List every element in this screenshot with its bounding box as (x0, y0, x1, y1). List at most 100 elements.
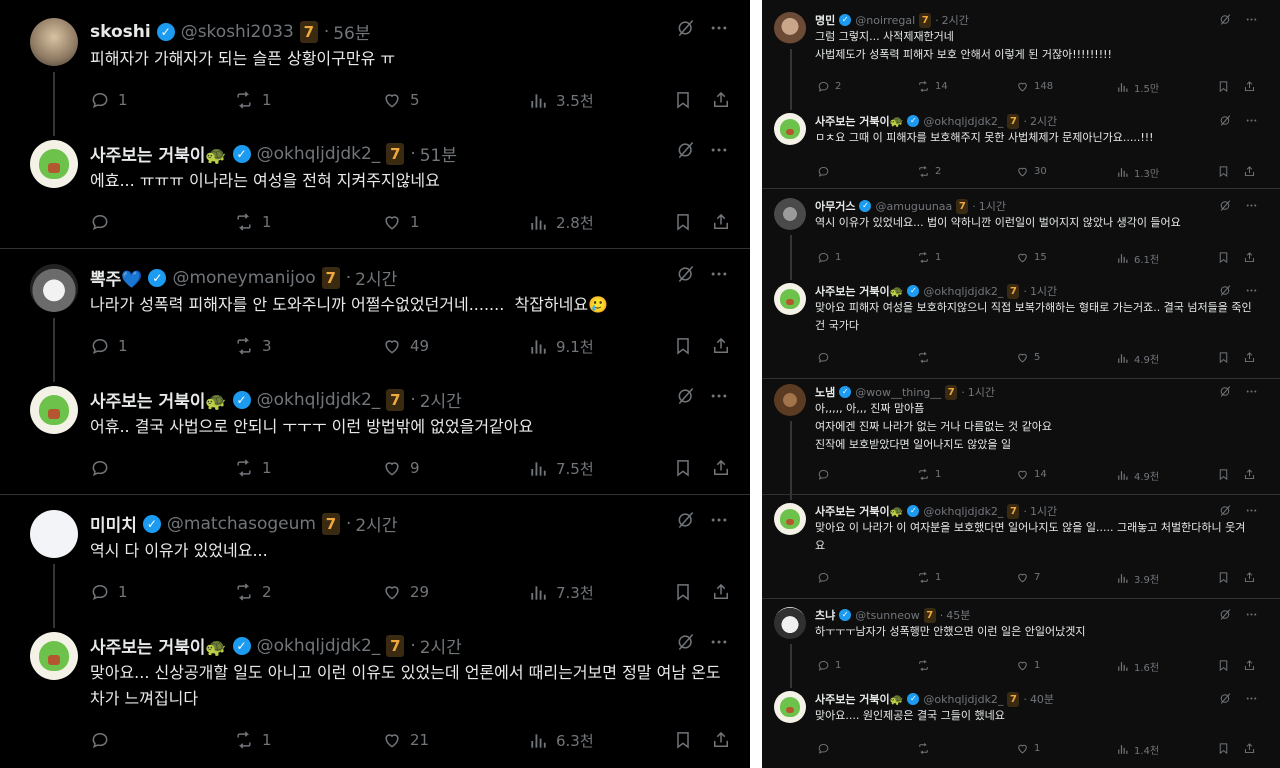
share-button[interactable] (1243, 659, 1256, 672)
user-handle[interactable]: @noirregal (855, 14, 915, 27)
reply-button[interactable]: 1 (90, 90, 128, 110)
share-button[interactable] (711, 458, 731, 478)
display-name[interactable]: 사주보는 거북이🐢 (90, 387, 227, 412)
like-button[interactable]: 9 (382, 458, 420, 478)
reply-button[interactable] (817, 742, 835, 755)
tweet[interactable]: 뽁주💙 ✓ @moneymanijoo 7 · 2시간 나라가 성폭력 피해자를 안 도와주… (0, 264, 750, 384)
display-name[interactable]: 노냄 (815, 384, 835, 400)
bookmark-button[interactable] (1217, 742, 1230, 755)
tweet[interactable]: 노냄 ✓ @wow__thing__ 7 · 1시간 아,,,,, 아,,, 진짜 맘아픔 … (762, 384, 1280, 483)
user-handle[interactable]: @tsunneow (855, 609, 919, 622)
display-name[interactable]: 미미치 (90, 511, 137, 536)
views-button[interactable]: 6.1천 (1116, 251, 1159, 266)
user-handle[interactable]: @okhqljdjdk2_ (923, 115, 1003, 128)
like-button[interactable]: 1 (382, 212, 420, 232)
avatar[interactable] (30, 140, 78, 188)
like-button[interactable]: 7 (1016, 571, 1040, 584)
retweet-button[interactable]: 1 (234, 730, 272, 750)
tweet[interactable]: 사주보는 거북이🐢 ✓ @okhqljdjdk2_ 7 · 1시간 맞아요 피해자 여성을 … (762, 283, 1280, 373)
like-button[interactable]: 1 (1016, 742, 1040, 755)
avatar[interactable] (30, 632, 78, 680)
timestamp[interactable]: 56분 (333, 19, 370, 44)
retweet-button[interactable]: 1 (917, 571, 941, 584)
share-button[interactable] (711, 336, 731, 356)
views-button[interactable]: 2.8천 (528, 212, 594, 233)
avatar[interactable] (774, 503, 806, 535)
like-button[interactable]: 1 (1016, 659, 1040, 672)
reply-button[interactable] (817, 165, 835, 178)
views-button[interactable]: 3.5천 (528, 90, 594, 111)
views-button[interactable]: 7.5천 (528, 458, 594, 479)
reply-button[interactable] (90, 458, 118, 478)
reply-button[interactable] (817, 351, 835, 364)
reply-button[interactable] (817, 571, 835, 584)
more-icon[interactable] (709, 140, 729, 164)
bookmark-button[interactable] (673, 212, 693, 232)
tweet[interactable]: skoshi ✓ @skoshi2033 7 · 56분 피해자가 가해자가 되는 슬픈 상… (0, 18, 750, 138)
views-button[interactable]: 7.3천 (528, 582, 594, 603)
display-name[interactable]: 사주보는 거북이🐢 (90, 141, 227, 166)
bookmark-button[interactable] (1217, 351, 1230, 364)
retweet-button[interactable]: 14 (917, 80, 948, 93)
views-button[interactable]: 4.9천 (1116, 468, 1159, 483)
more-icon[interactable] (709, 386, 729, 410)
avatar[interactable] (774, 198, 806, 230)
bookmark-button[interactable] (1217, 468, 1230, 481)
views-button[interactable]: 1.5만 (1116, 80, 1159, 95)
user-handle[interactable]: @okhqljdjdk2_ (923, 693, 1003, 706)
like-button[interactable]: 21 (382, 730, 429, 750)
like-button[interactable]: 30 (1016, 165, 1047, 178)
tweet[interactable]: 명민 ✓ @noirregal 7 · 2시간 그럼 그렇지... 사적제재한거네 사법제도… (762, 12, 1280, 102)
user-handle[interactable]: @matchasogeum (167, 514, 316, 534)
like-button[interactable]: 5 (382, 90, 420, 110)
timestamp[interactable]: 1시간 (1030, 503, 1057, 519)
reply-button[interactable]: 1 (90, 582, 128, 602)
more-icon[interactable] (709, 510, 729, 534)
share-button[interactable] (711, 212, 731, 232)
retweet-button[interactable] (917, 659, 935, 672)
user-handle[interactable]: @amuguunaa (875, 200, 952, 213)
like-button[interactable]: 5 (1016, 351, 1040, 364)
avatar[interactable] (774, 384, 806, 416)
display-name[interactable]: 아무거스 (815, 198, 855, 214)
timestamp[interactable]: 45분 (946, 607, 970, 623)
like-button[interactable]: 148 (1016, 80, 1053, 93)
timestamp[interactable]: 2시간 (1030, 113, 1057, 129)
avatar[interactable] (774, 691, 806, 723)
reply-button[interactable]: 2 (817, 80, 841, 93)
retweet-button[interactable]: 2 (917, 165, 941, 178)
bookmark-button[interactable] (673, 458, 693, 478)
tweet[interactable]: 사주보는 거북이🐢 ✓ @okhqljdjdk2_ 7 · 2시간 맞아요... 신상공개할… (0, 632, 750, 752)
timestamp[interactable]: 1시간 (1030, 283, 1057, 299)
display-name[interactable]: 사주보는 거북이🐢 (90, 633, 227, 658)
display-name[interactable]: skoshi (90, 22, 151, 42)
grok-icon[interactable] (676, 632, 696, 656)
display-name[interactable]: 뽁주💙 (90, 265, 142, 290)
share-button[interactable] (1243, 165, 1256, 178)
more-icon[interactable] (709, 632, 729, 656)
grok-icon[interactable] (676, 18, 696, 42)
bookmark-button[interactable] (673, 582, 693, 602)
like-button[interactable]: 15 (1016, 251, 1047, 264)
share-button[interactable] (1243, 251, 1256, 264)
share-button[interactable] (711, 582, 731, 602)
user-handle[interactable]: @moneymanijoo (172, 268, 315, 288)
views-button[interactable]: 6.3천 (528, 730, 594, 751)
retweet-button[interactable] (917, 351, 935, 364)
retweet-button[interactable]: 1 (234, 90, 272, 110)
retweet-button[interactable]: 1 (234, 458, 272, 478)
timestamp[interactable]: 1시간 (979, 198, 1006, 214)
bookmark-button[interactable] (1217, 80, 1230, 93)
reply-button[interactable]: 1 (90, 336, 128, 356)
avatar[interactable] (30, 18, 78, 66)
timestamp[interactable]: 40분 (1030, 691, 1054, 707)
reply-button[interactable] (90, 212, 118, 232)
tweet[interactable]: 사주보는 거북이🐢 ✓ @okhqljdjdk2_ 7 · 2시간 ㅁㅊ요 그때 이 피해자… (762, 113, 1280, 203)
display-name[interactable]: 사주보는 거북이🐢 (815, 503, 903, 519)
reply-button[interactable]: 1 (817, 659, 841, 672)
user-handle[interactable]: @okhqljdjdk2_ (257, 390, 381, 410)
tweet[interactable]: 사주보는 거북이🐢 ✓ @okhqljdjdk2_ 7 · 40분 맞아요.... 원인제공… (762, 691, 1280, 768)
display-name[interactable]: 츠냐 (815, 607, 835, 623)
display-name[interactable]: 사주보는 거북이🐢 (815, 283, 903, 299)
tweet[interactable]: 미미치 ✓ @matchasogeum 7 · 2시간 역시 다 이유가 있었네요... 1 2… (0, 510, 750, 630)
